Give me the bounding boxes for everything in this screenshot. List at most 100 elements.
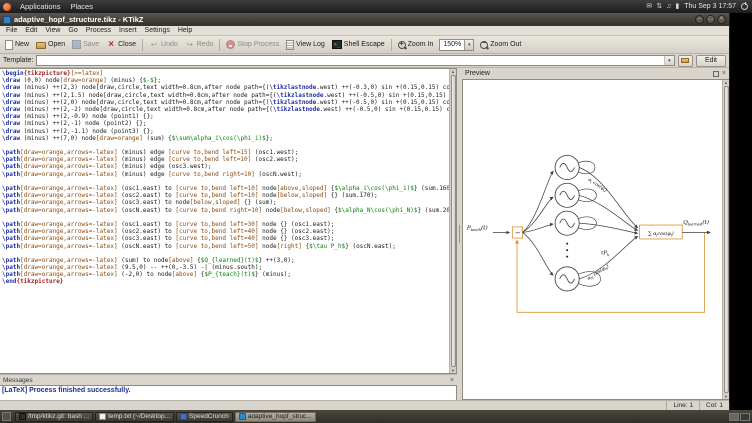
top-panel: Applications Places ✉ ⇅ ♫ ▮ Thu Sep 3 17:57 [0, 0, 752, 13]
dock-close-icon[interactable]: × [722, 70, 726, 77]
menu-bar: FileEditViewGoProcessInsertSettingsHelp [0, 26, 729, 36]
toolbar-button-label: View Log [296, 41, 325, 48]
scroll-up-icon[interactable]: ▲ [723, 80, 729, 85]
code-line: \path[draw=orange,arrows=-latex] (oscN.e… [2, 207, 449, 214]
taskbar-item-adaptive-hopf-struc[interactable]: adaptive_hopf_struc... [235, 412, 316, 422]
menu-item-process[interactable]: Process [82, 27, 115, 34]
code-line: \begin{tikzpicture}[>=latex] [2, 70, 449, 77]
messages-title: Messages [3, 377, 33, 384]
preview-scrollbar-thumb[interactable] [724, 86, 729, 393]
volume-indicator-icon[interactable]: ♫ [666, 3, 671, 10]
scroll-up-icon[interactable]: ▲ [450, 69, 456, 74]
output-label: Qlearned(t) [683, 219, 709, 226]
taskbar-item-temp-txt-desktop[interactable]: temp.txt (~/Desktop... [95, 412, 174, 422]
template-combo-arrow-icon[interactable]: ▾ [664, 56, 674, 65]
editor-scrollbar-thumb[interactable] [451, 75, 456, 367]
zoom-combobox[interactable]: 150%▾ [439, 39, 474, 51]
taskbar-item-label: adaptive_hopf_struc... [248, 413, 312, 420]
feedback-loop [517, 232, 705, 312]
toolbar-button-open[interactable]: Open [33, 38, 68, 52]
workspace-1[interactable] [729, 413, 739, 421]
code-line: \draw (0,0) node[draw=orange] (minus) {$… [2, 77, 449, 84]
code-line: \path[draw=orange,arrows=-latex] (minus)… [2, 163, 449, 170]
taskbar-item-tmp-ktikz-git-bash[interactable]: /tmp/ktikz.git: bash ... [15, 412, 93, 422]
menu-item-settings[interactable]: Settings [141, 27, 174, 34]
oscillator-nodes [555, 155, 579, 291]
save-icon [72, 40, 81, 49]
code-line: \path[draw=orange,arrows=-latex] (osc2.e… [2, 228, 449, 235]
power-icon[interactable] [741, 3, 748, 10]
menu-item-go[interactable]: Go [64, 27, 81, 34]
menu-item-view[interactable]: View [41, 27, 64, 34]
scroll-down-icon[interactable]: ▼ [450, 368, 456, 373]
template-browse-button[interactable] [678, 55, 693, 67]
menu-item-file[interactable]: File [2, 27, 21, 34]
messages-header: Messages × [0, 375, 457, 385]
toolbar-button-save: Save [69, 38, 102, 52]
open-folder-icon [36, 42, 46, 49]
template-combobox[interactable]: ▾ [36, 55, 675, 66]
toolbar-button-label: Open [48, 41, 65, 48]
toolbar-button-shell-escape[interactable]: Shell Escape [329, 38, 388, 52]
toolbar-button-new[interactable]: New [2, 38, 32, 52]
workspace-2[interactable] [740, 413, 750, 421]
tikz-diagram: Pteach(t) − [465, 132, 722, 332]
window-title: adaptive_hopf_structure.tikz - KTikZ [14, 15, 143, 24]
title-bar[interactable]: adaptive_hopf_structure.tikz - KTikZ – □… [0, 13, 729, 26]
redo-icon [185, 40, 195, 50]
code-line: \path[draw=orange,arrows=-latex] (osc3.e… [2, 199, 449, 206]
feedback-gain-label: τPh [601, 251, 609, 257]
code-line: \draw (minus) ++(2,3) node[draw,circle,t… [2, 84, 449, 91]
taskbar-item-label: temp.txt (~/Desktop... [108, 413, 170, 420]
window-maximize-button[interactable]: □ [706, 15, 715, 24]
folder-icon [681, 58, 689, 63]
oscillator-dots [566, 243, 568, 258]
taskbar-item-label: SpeedCrunch [189, 413, 229, 420]
code-line: \path[draw=orange,arrows=-latex] (osc3.e… [2, 235, 449, 242]
menu-item-help[interactable]: Help [174, 27, 196, 34]
toolbar-button-close[interactable]: Close [103, 38, 139, 52]
taskbar-item-label: /tmp/ktikz.git: bash ... [28, 413, 89, 420]
network-indicator-icon[interactable]: ⇅ [656, 3, 662, 10]
window-close-button[interactable]: × [717, 15, 726, 24]
code-editor[interactable]: \begin{tikzpicture}[>=latex]\draw (0,0) … [0, 69, 449, 373]
scroll-down-icon[interactable]: ▼ [723, 394, 729, 399]
minus-label: − [515, 229, 520, 237]
toolbar-button-label: Shell Escape [344, 41, 385, 48]
workspace-switcher[interactable] [729, 413, 750, 421]
clock-label[interactable]: Thu Sep 3 17:57 [684, 3, 736, 10]
dock-float-icon[interactable] [713, 71, 719, 77]
toolbar-button-undo: Undo [146, 38, 181, 52]
template-edit-button[interactable]: Edit [696, 55, 726, 67]
status-col: Col: 1 [699, 401, 729, 410]
mail-indicator-icon[interactable]: ✉ [646, 3, 652, 10]
preview-canvas: Pteach(t) − [463, 80, 722, 399]
ktikz-window: adaptive_hopf_structure.tikz - KTikZ – □… [0, 13, 730, 410]
code-line: \path[draw=orange,arrows=-latex] (osc1.e… [2, 221, 449, 228]
fan-out-edges [523, 171, 554, 275]
menu-item-insert[interactable]: Insert [115, 27, 141, 34]
ubuntu-logo-icon[interactable] [3, 3, 11, 11]
zoom-combo-arrow-icon[interactable]: ▾ [464, 40, 473, 50]
preview-scrollbar[interactable]: ▲ ▼ [722, 80, 729, 399]
editor-scrollbar[interactable]: ▲ ▼ [449, 69, 456, 373]
panel-menu-places[interactable]: Places [65, 0, 98, 13]
messages-content: [LaTeX] Process finished successfully. [0, 385, 457, 400]
code-line: \draw (minus) ++(2,-1.1) node (point3) {… [2, 128, 449, 135]
shell-escape-icon [332, 40, 342, 49]
toolbar: NewOpenSaveCloseUndoRedoStop ProcessView… [0, 36, 729, 54]
taskbar-item-speedcrunch[interactable]: SpeedCrunch [176, 412, 233, 422]
panel-indicator-area: ✉ ⇅ ♫ ▮ Thu Sep 3 17:57 [646, 3, 752, 10]
code-line [2, 142, 449, 149]
messages-close-icon[interactable]: × [450, 377, 454, 384]
toolbar-button-view-log[interactable]: View Log [283, 38, 328, 52]
toolbar-button-zoom-in[interactable]: Zoom In [395, 38, 437, 52]
ktikz-icon [239, 413, 246, 420]
battery-indicator-icon[interactable]: ▮ [675, 3, 679, 10]
code-line: \draw (minus) ++(2,-1) node (point2) {}; [2, 120, 449, 127]
window-minimize-button[interactable]: – [695, 15, 704, 24]
show-desktop-icon[interactable] [2, 412, 11, 421]
toolbar-button-zoom-out[interactable]: Zoom Out [477, 38, 524, 52]
menu-item-edit[interactable]: Edit [21, 27, 41, 34]
panel-menu-applications[interactable]: Applications [15, 0, 65, 13]
